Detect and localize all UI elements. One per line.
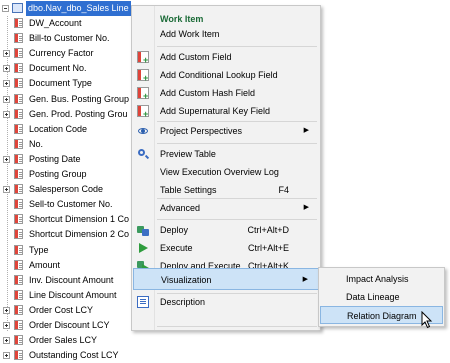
tree-field-label: Inv. Discount Amount — [29, 274, 114, 285]
submenu-arrow-icon: ▶ — [302, 276, 308, 283]
expand-toggle-icon[interactable] — [3, 50, 10, 58]
tree-field-label: Salesperson Code — [29, 184, 104, 195]
tree-field-label: Document No. — [29, 63, 87, 74]
field-icon — [14, 259, 23, 270]
submenu-arrow-icon: ▶ — [303, 204, 309, 211]
field-icon — [14, 63, 23, 74]
conditional-lookup-field-icon — [137, 67, 149, 89]
field-icon — [14, 78, 23, 89]
field-icon — [14, 335, 23, 346]
field-icon — [14, 123, 23, 134]
tree-guide-line — [7, 16, 8, 331]
tree-field-label: Order Sales LCY — [29, 335, 98, 346]
context-menu: Work Item Add Work Item Add Custom Field… — [131, 5, 321, 331]
tree-field-label: Outstanding Cost LCY — [29, 350, 119, 361]
supernatural-key-field-icon — [137, 103, 149, 125]
tree-field-label: DW_Account — [29, 18, 82, 28]
expand-toggle-icon[interactable] — [3, 110, 10, 118]
play-icon — [137, 242, 149, 254]
tree-field-label: Shortcut Dimension 2 Co — [29, 229, 130, 240]
menu-item-add-supernatural-key-field[interactable]: Add Supernatural Key Field — [133, 100, 319, 125]
field-icon — [14, 350, 23, 361]
field-icon — [14, 138, 23, 149]
menu-item-visualization[interactable]: Visualization ▶ — [133, 268, 319, 290]
field-icon — [14, 169, 23, 179]
field-icon — [14, 33, 23, 44]
description-icon — [137, 296, 149, 308]
expand-toggle-icon[interactable] — [3, 65, 10, 73]
menu-item-description[interactable]: Description — [133, 291, 319, 313]
field-icon — [14, 108, 23, 119]
field-icon — [14, 214, 23, 225]
field-icon — [14, 304, 23, 315]
tree-field-label: Order Cost LCY — [29, 304, 94, 315]
tree-field-label: Document Type — [29, 78, 92, 89]
field-icon — [14, 289, 23, 300]
table-icon — [12, 3, 23, 13]
field-icon — [14, 48, 23, 59]
menu-item-add-work-item[interactable]: Add Work Item — [133, 23, 319, 45]
field-icon — [14, 274, 23, 285]
field-icon — [14, 320, 23, 330]
field-icon — [14, 184, 23, 195]
expand-toggle-icon[interactable] — [3, 155, 10, 163]
custom-field-icon — [137, 49, 149, 71]
tree-field-label: Location Code — [29, 123, 88, 134]
tree-field-label: No. — [29, 138, 44, 149]
expand-toggle-icon[interactable] — [3, 352, 10, 360]
field-icon — [14, 199, 23, 210]
field-icon — [14, 18, 23, 28]
field-icon — [14, 229, 23, 240]
tree-field-label: Posting Date — [29, 153, 81, 164]
expand-toggle-icon[interactable] — [3, 80, 10, 88]
menu-item-project-perspectives[interactable]: Project Perspectives ▶ — [133, 120, 319, 142]
tree-field-label: Line Discount Amount — [29, 289, 117, 300]
field-icon — [14, 93, 23, 104]
menu-item-advanced[interactable]: Advanced ▶ — [133, 197, 319, 219]
search-icon — [137, 148, 149, 160]
expand-toggle-icon[interactable] — [3, 306, 10, 314]
eye-icon — [137, 125, 149, 137]
collapse-toggle-icon[interactable] — [2, 5, 9, 12]
expand-toggle-icon[interactable] — [3, 95, 10, 103]
menu-separator — [157, 326, 317, 327]
tree-field-label: Sell-to Customer No. — [29, 199, 113, 210]
tree-field-label: Amount — [29, 259, 61, 270]
expand-toggle-icon[interactable] — [3, 186, 10, 194]
submenu-item-data-lineage[interactable]: Data Lineage — [320, 288, 443, 306]
tree-field-label: Currency Factor — [29, 48, 94, 59]
tree-field-label: Gen. Prod. Posting Grou — [29, 108, 128, 119]
mouse-cursor-icon — [421, 311, 433, 329]
custom-hash-field-icon — [137, 85, 149, 107]
expand-toggle-icon[interactable] — [3, 337, 10, 345]
submenu-item-impact-analysis[interactable]: Impact Analysis — [320, 270, 443, 288]
tree-field-label: Gen. Bus. Posting Group — [29, 93, 130, 104]
submenu-arrow-icon: ▶ — [303, 127, 309, 134]
tree-root-label[interactable]: dbo.Nav_dbo_Sales Line — [26, 1, 131, 16]
tree-field-label: Posting Group — [29, 169, 87, 179]
field-icon — [14, 244, 23, 255]
expand-toggle-icon[interactable] — [3, 322, 10, 329]
tree-field-label: Shortcut Dimension 1 Co — [29, 214, 130, 225]
tree-field-label: Bill-to Customer No. — [29, 33, 110, 44]
deploy-icon — [137, 224, 149, 236]
tree-field-label: Type — [29, 244, 49, 255]
field-icon — [14, 153, 23, 164]
